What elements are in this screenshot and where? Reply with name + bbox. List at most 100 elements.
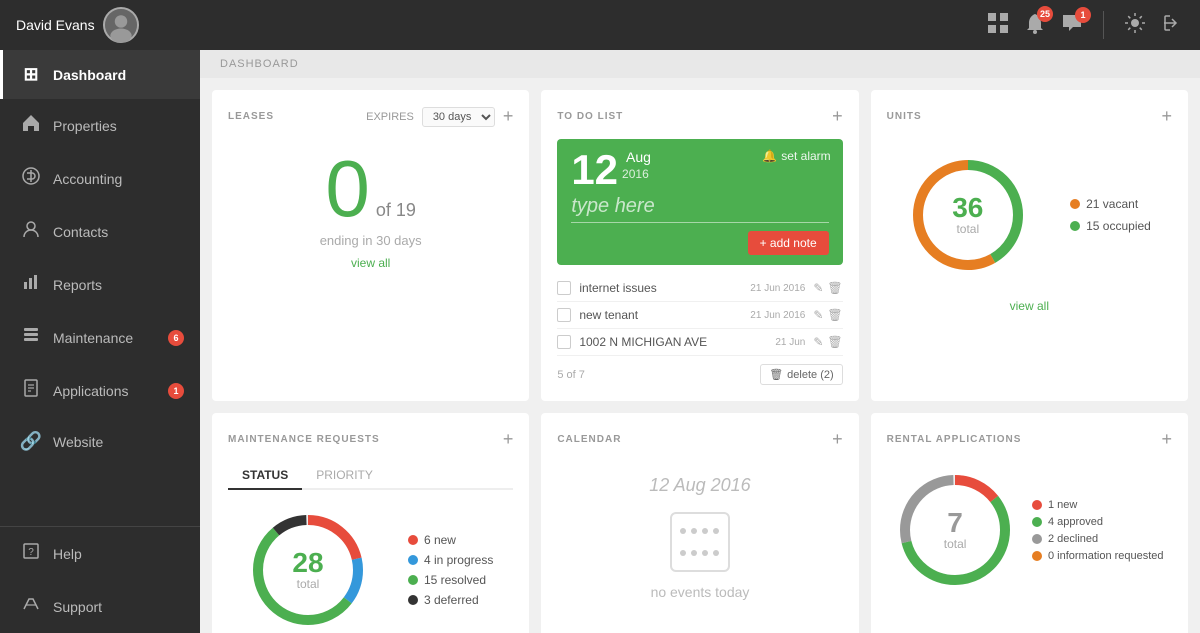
edit-icon-2[interactable]: ✎ — [813, 308, 823, 322]
logout-icon[interactable] — [1162, 12, 1184, 39]
units-vacant-legend: 21 vacant — [1070, 197, 1151, 211]
units-legend: 21 vacant 15 occupied — [1070, 197, 1151, 233]
sidebar-item-maintenance[interactable]: Maintenance 6 — [0, 311, 200, 364]
sidebar-item-website[interactable]: 🔗 Website — [0, 417, 200, 466]
alarm-label: set alarm — [781, 149, 830, 163]
sidebar-item-applications[interactable]: Applications 1 — [0, 364, 200, 417]
todo-add-icon[interactable]: + — [832, 106, 843, 127]
sidebar-label-maintenance: Maintenance — [53, 330, 133, 346]
sidebar-item-support-left: Support — [19, 594, 102, 619]
rental-legend-0: 1 new — [1032, 499, 1164, 511]
todo-item-actions-2: ✎ 🗑 — [813, 308, 842, 322]
todo-placeholder[interactable]: type here — [571, 195, 654, 217]
leases-title: LEASES — [228, 111, 274, 122]
todo-checkbox-2[interactable] — [557, 308, 571, 322]
todo-item-text-3: 1002 N MICHIGAN AVE — [579, 335, 767, 349]
rental-content: 7 total 1 new 4 approved — [887, 462, 1172, 598]
rental-legend: 1 new 4 approved 2 declined 0 infor — [1032, 499, 1164, 562]
maint-label-progress: 4 in progress — [424, 553, 493, 567]
delete-button[interactable]: 🗑 delete (2) — [760, 364, 842, 385]
nav-divider — [1103, 11, 1104, 39]
main-layout: ⊞ Dashboard Properties Accounting — [0, 50, 1200, 633]
dashboard-grid: LEASES EXPIRES 30 days 60 days 90 days +… — [200, 78, 1200, 633]
sidebar-item-properties[interactable]: Properties — [0, 99, 200, 152]
units-view-all[interactable]: view all — [887, 299, 1172, 313]
maintenance-donut: 28 total — [248, 510, 368, 630]
cal-dot-4 — [713, 528, 719, 534]
calendar-no-events: no events today — [651, 584, 750, 600]
rental-add-icon[interactable]: + — [1161, 429, 1172, 450]
sidebar-bottom: ? Help Support — [0, 526, 200, 633]
todo-item-date-3: 21 Jun — [775, 337, 805, 348]
delete-icon-1[interactable]: 🗑 — [827, 281, 842, 295]
calendar-add-icon[interactable]: + — [832, 429, 843, 450]
units-header: UNITS + — [887, 106, 1172, 127]
sidebar-item-reports[interactable]: Reports — [0, 258, 200, 311]
rental-donut-label: 7 total — [944, 509, 967, 551]
todo-showing: 5 of 7 — [557, 369, 585, 381]
maintenance-add-icon[interactable]: + — [503, 429, 514, 450]
rental-title: RENTAL APPLICATIONS — [887, 434, 1022, 445]
top-navigation: David Evans 25 1 — [0, 0, 1200, 50]
rental-dot-info — [1032, 551, 1042, 561]
maintenance-total-number: 28 — [292, 549, 323, 577]
sidebar-item-reports-left: Reports — [19, 272, 102, 297]
sidebar-item-contacts[interactable]: Contacts — [0, 205, 200, 258]
maintenance-tab-status[interactable]: STATUS — [228, 462, 302, 490]
content-area: DASHBOARD LEASES EXPIRES 30 days 60 days… — [200, 50, 1200, 633]
delete-icon-3[interactable]: 🗑 — [827, 335, 842, 349]
todo-month-year: Aug 2016 — [622, 149, 651, 181]
sidebar-item-applications-left: Applications — [19, 378, 129, 403]
maintenance-total-text: total — [292, 577, 323, 591]
leases-view-all[interactable]: view all — [228, 256, 513, 270]
leases-count-display: 0 of 19 — [228, 139, 513, 229]
maint-dot-resolved — [408, 575, 418, 585]
todo-item-date-2: 21 Jun 2016 — [750, 310, 805, 321]
units-donut: 36 total — [908, 155, 1028, 275]
rental-total-text: total — [944, 537, 967, 551]
leases-controls: EXPIRES 30 days 60 days 90 days + — [366, 106, 513, 127]
sidebar-item-accounting[interactable]: Accounting — [0, 152, 200, 205]
sidebar-label-help: Help — [53, 546, 82, 562]
add-note-button[interactable]: + add note — [748, 231, 829, 255]
units-occupied-legend: 15 occupied — [1070, 219, 1151, 233]
expires-select[interactable]: 30 days 60 days 90 days — [422, 107, 495, 127]
sidebar-label-contacts: Contacts — [53, 224, 108, 240]
rental-legend-3: 0 information requested — [1032, 550, 1164, 562]
delete-icon-2[interactable]: 🗑 — [827, 308, 842, 322]
cal-dot-1 — [680, 528, 686, 534]
notification-bell-icon[interactable]: 25 — [1025, 12, 1045, 39]
settings-icon[interactable] — [1124, 12, 1146, 39]
todo-item-2: new tenant 21 Jun 2016 ✎ 🗑 — [557, 302, 842, 329]
calendar-icon — [670, 512, 730, 572]
leases-card: LEASES EXPIRES 30 days 60 days 90 days +… — [212, 90, 529, 401]
maint-dot-progress — [408, 555, 418, 565]
leases-sub: ending in 30 days — [228, 233, 513, 248]
user-profile[interactable]: David Evans — [16, 7, 139, 43]
maintenance-tab-priority[interactable]: PRIORITY — [302, 462, 387, 490]
leases-header: LEASES EXPIRES 30 days 60 days 90 days + — [228, 106, 513, 127]
sidebar-item-dashboard[interactable]: ⊞ Dashboard — [0, 50, 200, 99]
units-add-icon[interactable]: + — [1161, 106, 1172, 127]
edit-icon-3[interactable]: ✎ — [813, 335, 823, 349]
edit-icon-1[interactable]: ✎ — [813, 281, 823, 295]
todo-item-3: 1002 N MICHIGAN AVE 21 Jun ✎ 🗑 — [557, 329, 842, 356]
leases-add-icon[interactable]: + — [503, 106, 514, 127]
todo-checkbox-1[interactable] — [557, 281, 571, 295]
todo-item-actions-1: ✎ 🗑 — [813, 281, 842, 295]
rental-dot-declined — [1032, 534, 1042, 544]
todo-input-area: type here — [571, 195, 828, 223]
cal-dot-6 — [691, 550, 697, 556]
sidebar-item-help[interactable]: ? Help — [0, 527, 200, 580]
grid-view-icon[interactable] — [987, 12, 1009, 39]
applications-badge: 1 — [168, 383, 184, 399]
applications-icon — [19, 378, 43, 403]
chat-icon[interactable]: 1 — [1061, 13, 1083, 38]
maint-dot-new — [408, 535, 418, 545]
todo-checkbox-3[interactable] — [557, 335, 571, 349]
maint-label-deferred: 3 deferred — [424, 593, 479, 607]
sidebar-item-support[interactable]: Support — [0, 580, 200, 633]
website-icon: 🔗 — [19, 431, 43, 452]
todo-alarm[interactable]: 🔔 set alarm — [762, 149, 830, 163]
todo-day: 12 — [571, 149, 618, 191]
